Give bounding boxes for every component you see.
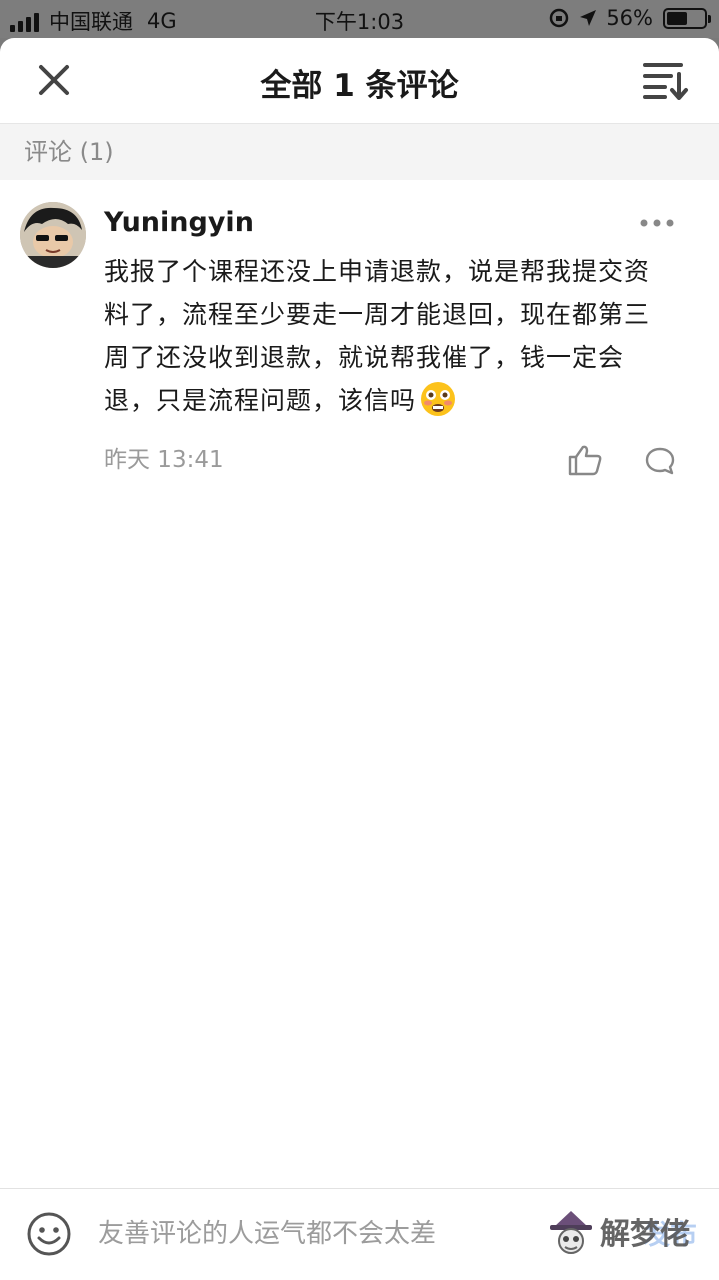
avatar[interactable] [20, 202, 86, 268]
comment-sheet: 全部 1 条评论 评论 (1) Yuningyin 我报了个课程还没上申请退款，… [0, 38, 719, 1280]
orientation-lock-icon [550, 8, 569, 28]
page-title: 全部 1 条评论 [260, 68, 459, 104]
comment-input[interactable] [98, 1207, 518, 1261]
thumbs-up-icon[interactable] [568, 444, 602, 476]
sheet-header: 全部 1 条评论 [0, 38, 719, 124]
comment-time: 昨天 13:41 [104, 447, 224, 473]
status-bar: 中国联通 4G 下午1:03 56% [0, 0, 719, 38]
watermark: 解梦佬 [548, 1205, 698, 1267]
watermark-text: 解梦佬 [600, 1217, 690, 1252]
reply-icon[interactable] [644, 446, 676, 476]
comment-text: 我报了个课程还没上申请退款，说是帮我提交资料了，流程至少要走一周才能退回，现在都… [104, 257, 651, 415]
avatar-image [20, 202, 86, 268]
status-right: 56% [548, 6, 711, 30]
more-icon[interactable] [639, 218, 675, 228]
comment-meta: 昨天 13:41 [104, 432, 719, 488]
sort-icon[interactable] [643, 60, 689, 100]
comment-item: Yuningyin 我报了个课程还没上申请退款，说是帮我提交资料了，流程至少要走… [0, 180, 719, 480]
comment-page: 中国联通 4G 下午1:03 56% 全部 1 条评论 评论 (1) Yunin… [0, 0, 719, 1280]
section-header: 评论 (1) [0, 124, 719, 180]
emoji-icon[interactable] [26, 1211, 72, 1257]
battery-icon [663, 7, 711, 29]
battery-percent: 56% [606, 6, 653, 30]
comment-input-bar: 发布 解梦佬 [0, 1188, 719, 1280]
comment-text-block: 我报了个课程还没上申请退款，说是帮我提交资料了，流程至少要走一周才能退回，现在都… [104, 250, 664, 422]
location-icon [580, 10, 597, 26]
comment-author[interactable]: Yuningyin [104, 202, 719, 244]
watermark-logo-icon [550, 1211, 592, 1254]
flushed-face-emoji-icon [421, 382, 456, 416]
